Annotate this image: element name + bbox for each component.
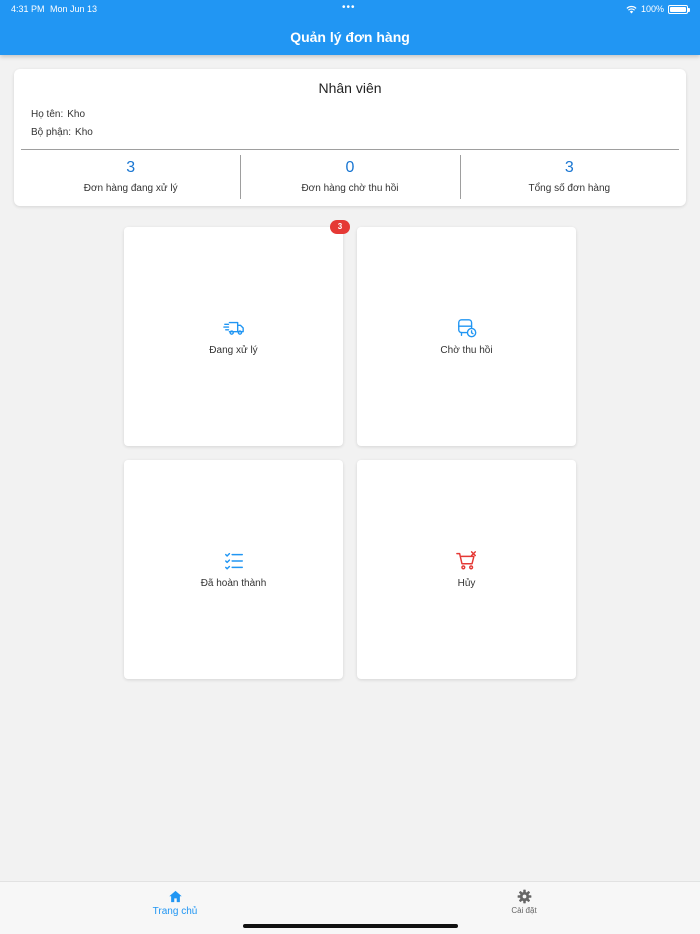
employee-name-label: Họ tên: xyxy=(31,109,64,120)
order-stats: 3 Đơn hàng đang xử lý 0 Đơn hàng chờ thu… xyxy=(21,155,679,199)
wifi-icon xyxy=(626,5,637,13)
stat-waiting-value: 0 xyxy=(345,159,355,176)
employee-name-row: Họ tên: Kho xyxy=(31,109,85,120)
tile-completed[interactable]: Đã hoàn thành xyxy=(124,460,343,679)
tile-processing-label: Đang xử lý xyxy=(209,345,258,356)
employee-dept-value: Kho xyxy=(75,127,93,138)
employee-card-title: Nhân viên xyxy=(318,80,382,96)
tile-cancel[interactable]: Hủy xyxy=(357,460,576,679)
home-icon xyxy=(168,890,182,903)
status-bar: 4:31 PM Mon Jun 13 ••• 100% xyxy=(0,0,700,18)
battery-icon xyxy=(668,4,690,14)
nav-home[interactable]: Trang chủ xyxy=(135,889,215,917)
multitasking-dots[interactable]: ••• xyxy=(342,2,356,13)
home-indicator[interactable] xyxy=(243,924,458,928)
stat-waiting: 0 Đơn hàng chờ thu hồi xyxy=(240,155,459,199)
stat-total-label: Tổng số đơn hàng xyxy=(528,183,611,194)
stat-processing-label: Đơn hàng đang xử lý xyxy=(83,183,178,194)
employee-card: Nhân viên Họ tên: Kho Bộ phận: Kho 3 Đơn h… xyxy=(14,69,686,206)
employee-dept-row: Bộ phận: Kho xyxy=(31,127,93,138)
stat-total: 3 Tổng số đơn hàng xyxy=(459,155,679,199)
cart-cancel-icon xyxy=(455,551,476,570)
tile-waiting-label: Chờ thu hồi xyxy=(440,345,493,356)
tile-waiting-recall[interactable]: Chờ thu hồi xyxy=(357,227,576,446)
app-header: 4:31 PM Mon Jun 13 ••• 100% Quản lý đơn … xyxy=(0,0,700,55)
employee-name-value: Kho xyxy=(67,109,86,120)
battery-percent: 100% xyxy=(640,4,664,14)
stat-processing: 3 Đơn hàng đang xử lý xyxy=(21,155,240,199)
status-time: 4:31 PM xyxy=(11,4,45,14)
page-title: Quản lý đơn hàng xyxy=(290,29,410,45)
tile-processing[interactable]: Đang xử lý xyxy=(124,227,343,446)
status-right: 100% xyxy=(626,4,690,14)
stat-waiting-label: Đơn hàng chờ thu hồi xyxy=(301,183,399,194)
tile-completed-label: Đã hoàn thành xyxy=(200,578,267,589)
delivery-truck-icon xyxy=(222,321,244,335)
nav-settings[interactable]: Cài đặt xyxy=(484,889,564,915)
stat-total-value: 3 xyxy=(564,159,574,176)
bus-clock-icon xyxy=(457,319,476,338)
checklist-icon xyxy=(224,552,243,570)
processing-count-badge: 3 xyxy=(330,220,350,234)
nav-settings-label: Cài đặt xyxy=(511,906,537,915)
stat-processing-value: 3 xyxy=(126,159,136,176)
status-date: Mon Jun 13 xyxy=(50,4,98,14)
gear-icon xyxy=(517,889,531,904)
employee-dept-label: Bộ phận: xyxy=(31,127,72,138)
tile-cancel-label: Hủy xyxy=(457,578,476,589)
nav-home-label: Trang chủ xyxy=(152,906,198,917)
divider xyxy=(21,149,679,150)
